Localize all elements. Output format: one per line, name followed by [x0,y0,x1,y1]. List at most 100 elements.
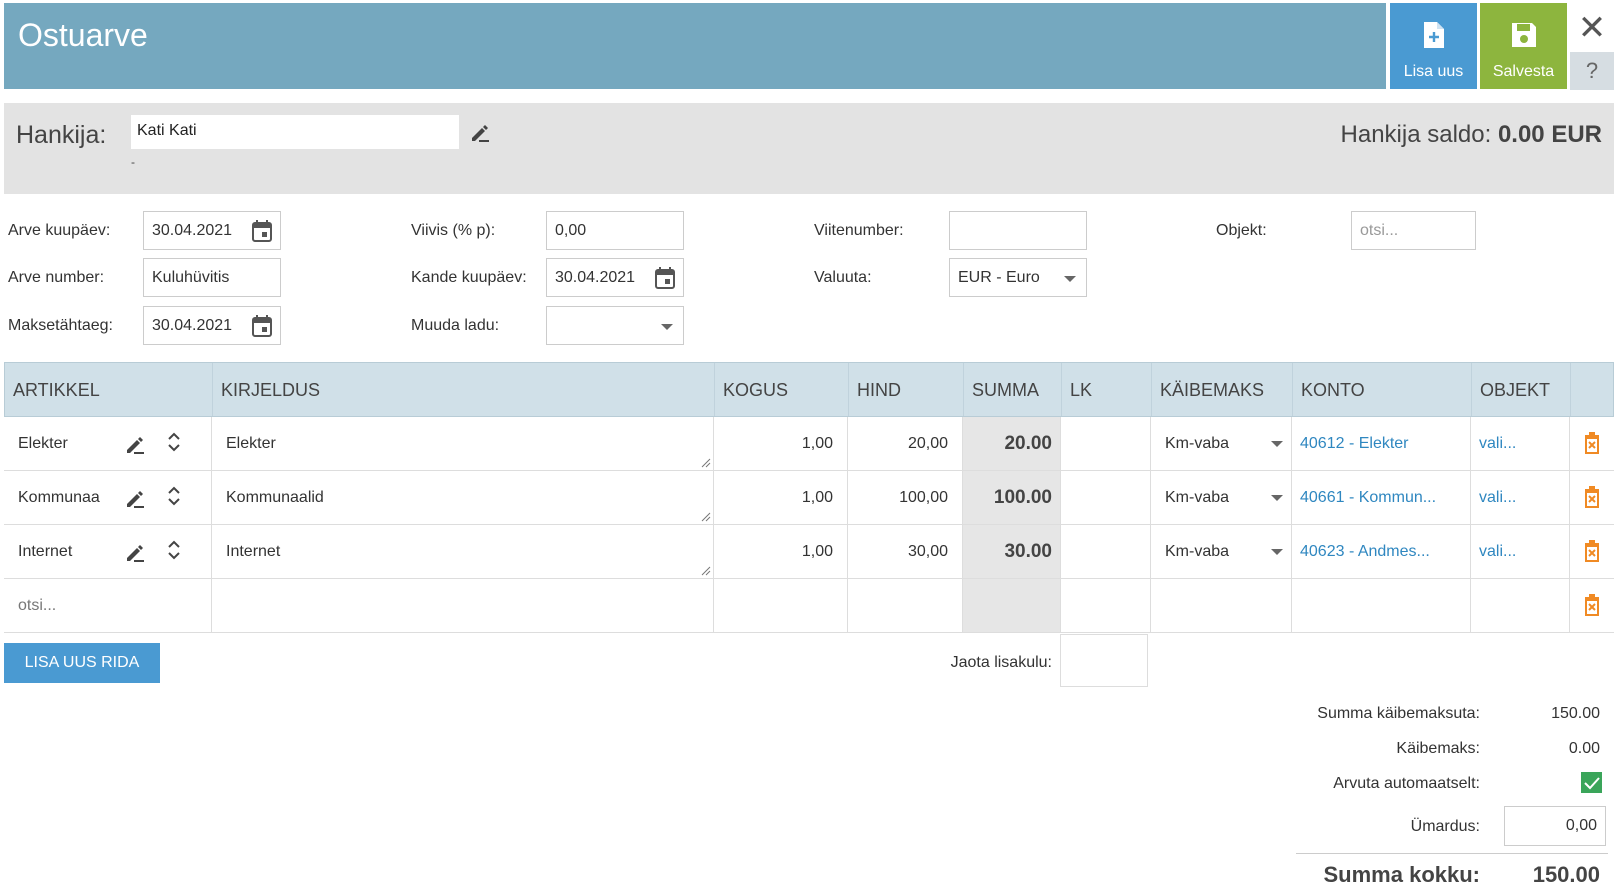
calendar-icon[interactable] [252,315,272,337]
description-cell[interactable] [211,579,713,632]
supplier-subtext: - [131,155,135,169]
invoice-date-field[interactable]: 30.04.2021 [143,211,281,250]
calendar-icon[interactable] [252,220,272,242]
vat-total-value: 0.00 [1568,740,1600,757]
resize-handle-icon[interactable] [699,456,711,468]
article-value: Internet [18,543,73,560]
chevron-down-icon [1271,549,1283,555]
invoice-number-field[interactable]: Kuluhüvitis [143,258,281,297]
chevron-down-icon [1271,495,1283,501]
article-cell[interactable]: Elekter [4,417,211,470]
account-link[interactable]: 40661 - Kommun... [1291,471,1470,524]
edit-pencil-icon[interactable] [470,123,490,143]
resize-handle-icon[interactable] [699,564,711,576]
edit-pencil-icon[interactable] [125,435,145,455]
lk-cell[interactable] [1060,471,1150,524]
description-value: Internet [226,543,281,560]
description-cell[interactable]: Internet [211,525,713,578]
extra-cost-label: Jaota lisakulu: [950,654,1052,671]
article-search-input[interactable]: otsi... [4,579,211,632]
vat-total-label: Käibemaks: [1396,740,1480,757]
lk-cell[interactable] [1060,579,1150,632]
calendar-icon[interactable] [655,267,675,289]
saldo-label: Hankija saldo: [1340,121,1492,148]
price-cell[interactable]: 100,00 [847,471,962,524]
chevron-down-icon [1064,276,1076,282]
warehouse-select[interactable] [546,306,684,345]
sort-arrows-icon[interactable] [167,485,181,507]
delete-icon[interactable] [1584,486,1600,508]
add-new-label: Lisa uus [1403,63,1464,80]
quantity-cell[interactable]: 1,00 [713,525,847,578]
add-new-button[interactable]: Lisa uus [1390,3,1477,89]
auto-calc-checkbox[interactable] [1581,772,1602,793]
description-cell[interactable]: Elekter [211,417,713,470]
grand-total-label: Summa kokku: [1323,862,1481,887]
supplier-bar: Hankija: Kati Kati - Hankija saldo: 0.00… [4,103,1614,194]
col-lk: LK [1061,363,1151,416]
object-search-field[interactable]: otsi... [1351,211,1476,250]
vat-select[interactable]: Km-vaba [1150,471,1291,524]
object-cell[interactable] [1470,579,1569,632]
add-row-button[interactable]: LISA UUS RIDA [4,643,160,683]
delete-cell [1569,579,1614,632]
quantity-cell[interactable] [713,579,847,632]
lk-cell[interactable] [1060,525,1150,578]
delete-cell [1569,471,1614,524]
account-cell[interactable] [1291,579,1470,632]
entry-date-value: 30.04.2021 [555,269,636,286]
description-cell[interactable]: Kommunaalid [211,471,713,524]
due-date-label: Maksetähtaeg: [8,317,113,334]
vat-select[interactable]: Km-vaba [1150,525,1291,578]
col-sum: SUMMA [963,363,1061,416]
rounding-input[interactable]: 0,00 [1504,806,1606,846]
supplier-saldo: Hankija saldo: 0.00 EUR [1341,121,1602,149]
article-value: Elekter [18,435,68,452]
due-date-field[interactable]: 30.04.2021 [143,306,281,345]
sort-arrows-icon[interactable] [167,539,181,561]
close-icon[interactable]: ✕ [1572,8,1612,48]
quantity-cell[interactable]: 1,00 [713,471,847,524]
save-label: Salvesta [1492,63,1555,80]
delete-icon[interactable] [1584,594,1600,616]
reference-number-field[interactable] [949,211,1087,250]
price-cell[interactable] [847,579,962,632]
currency-select[interactable]: EUR - Euro [949,258,1087,297]
edit-pencil-icon[interactable] [125,543,145,563]
account-link[interactable]: 40612 - Elekter [1291,417,1470,470]
extra-cost-input[interactable] [1060,634,1148,687]
object-link[interactable]: vali... [1470,471,1569,524]
sort-arrows-icon[interactable] [167,431,181,453]
price-cell[interactable]: 20,00 [847,417,962,470]
supplier-input[interactable]: Kati Kati [131,115,459,149]
entry-date-field[interactable]: 30.04.2021 [546,258,684,297]
invoice-date-label: Arve kuupäev: [8,222,111,239]
article-cell[interactable]: Internet [4,525,211,578]
currency-value: EUR - Euro [958,269,1040,286]
quantity-cell[interactable]: 1,00 [713,417,847,470]
account-link[interactable]: 40623 - Andmes... [1291,525,1470,578]
grand-total-value: 150.00 [1532,862,1600,887]
entry-date-label: Kande kuupäev: [411,269,527,286]
net-total-value: 150.00 [1551,705,1600,722]
delete-icon[interactable] [1584,540,1600,562]
currency-label: Valuuta: [814,269,872,286]
lk-cell[interactable] [1060,417,1150,470]
object-link[interactable]: vali... [1470,417,1569,470]
penalty-field[interactable]: 0,00 [546,211,684,250]
add-document-icon [1423,22,1444,48]
table-header: ARTIKKEL KIRJELDUS KOGUS HIND SUMMA LK K… [4,362,1614,417]
edit-pencil-icon[interactable] [125,489,145,509]
vat-select[interactable]: Km-vaba [1150,417,1291,470]
vat-cell[interactable] [1150,579,1291,632]
table-row: Internet Internet 1,00 30,00 30.00 Km-va… [4,525,1614,579]
help-button[interactable]: ? [1570,52,1614,90]
col-object: OBJEKT [1471,363,1570,416]
save-button[interactable]: Salvesta [1480,3,1567,89]
resize-handle-icon[interactable] [699,510,711,522]
article-cell[interactable]: Kommunaa [4,471,211,524]
table-row: Elekter Elekter 1,00 20,00 20.00 Km-vaba… [4,417,1614,471]
object-link[interactable]: vali... [1470,525,1569,578]
delete-icon[interactable] [1584,432,1600,454]
price-cell[interactable]: 30,00 [847,525,962,578]
